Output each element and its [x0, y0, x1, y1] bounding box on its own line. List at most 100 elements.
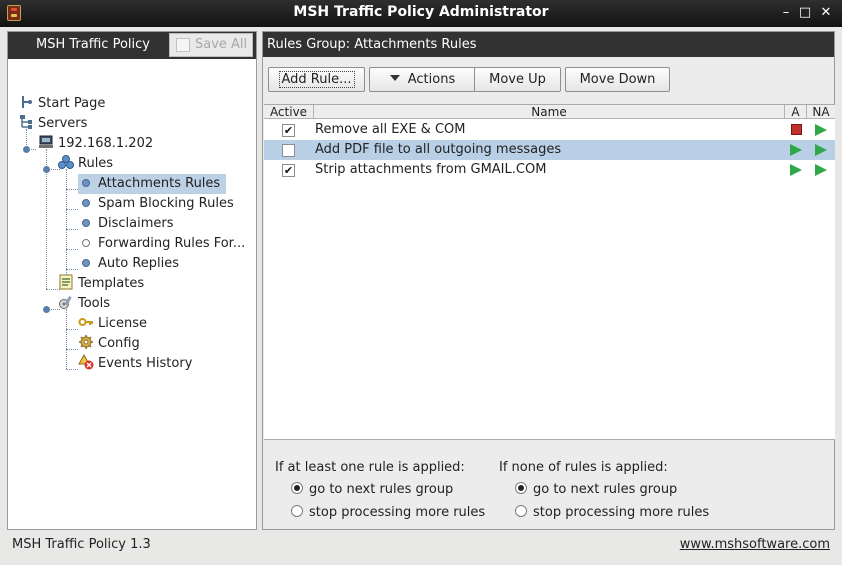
expand-toggle-icon[interactable] — [43, 166, 50, 173]
expand-toggle-icon[interactable] — [43, 306, 50, 313]
tree-item-label: License — [98, 316, 148, 331]
move-down-label: Move Down — [579, 72, 656, 87]
rule-name: Strip attachments from GMAIL.COM — [315, 162, 547, 177]
status-bar: MSH Traffic Policy 1.3 www.mshsoftware.c… — [0, 532, 842, 565]
close-icon[interactable]: ✕ — [817, 4, 835, 22]
column-header-a[interactable]: A — [785, 105, 807, 119]
not-applied-label: If none of rules is applied: — [499, 460, 668, 475]
tree-item-label: Events History — [98, 356, 193, 371]
save-all-button[interactable]: Save All — [169, 33, 253, 57]
tree-connector — [66, 189, 78, 190]
add-rule-button[interactable]: Add Rule... — [268, 67, 365, 92]
radio-label: stop processing more rules — [533, 505, 710, 520]
tree-item-templates[interactable]: Templates — [58, 274, 144, 294]
table-row[interactable]: ✔ Remove all EXE & COM — [264, 120, 835, 140]
tools-icon — [58, 294, 74, 310]
tree-item-tools[interactable]: Tools — [58, 294, 110, 314]
column-header-name[interactable]: Name — [314, 105, 785, 119]
save-icon — [176, 38, 190, 52]
tree-connector — [66, 349, 78, 350]
minimize-icon[interactable]: – — [777, 4, 795, 22]
tree-item-server[interactable]: 192.168.1.202 — [38, 134, 153, 154]
active-checkbox[interactable]: ✔ — [282, 124, 295, 137]
radio-selected-icon — [291, 482, 303, 494]
column-header-active[interactable]: Active — [264, 105, 314, 119]
rule-group-icon — [82, 199, 90, 207]
key-icon — [78, 314, 94, 330]
applied-stop-processing-radio[interactable]: stop processing more rules — [291, 504, 485, 522]
tree-item-events-history[interactable]: Events History — [78, 353, 193, 374]
play-icon[interactable] — [815, 144, 827, 156]
table-row[interactable]: ✔ Strip attachments from GMAIL.COM — [264, 160, 835, 180]
play-icon[interactable] — [790, 144, 802, 156]
tree-item-auto-replies[interactable]: Auto Replies — [78, 254, 179, 274]
move-up-label: Move Up — [489, 72, 546, 87]
radio-label: go to next rules group — [533, 482, 678, 497]
computer-icon — [38, 134, 54, 150]
tree-item-label: 192.168.1.202 — [58, 136, 154, 151]
window-title: MSH Traffic Policy Administrator — [293, 4, 549, 20]
dropdown-triangle-icon — [389, 75, 400, 81]
tree-item-start-page[interactable]: Start Page — [18, 94, 105, 114]
tree-item-servers[interactable]: Servers — [18, 114, 87, 134]
rule-name: Add PDF file to all outgoing messages — [315, 142, 562, 157]
tree-item-label: Forwarding Rules For... — [98, 236, 246, 251]
active-checkbox[interactable] — [282, 144, 295, 157]
tree-connector — [66, 229, 78, 230]
tree-item-label: Templates — [78, 276, 145, 291]
applied-next-group-radio[interactable]: go to next rules group — [291, 481, 453, 499]
play-icon[interactable] — [790, 164, 802, 176]
play-icon[interactable] — [815, 164, 827, 176]
tree-item-forwarding-rules[interactable]: Forwarding Rules For... — [78, 234, 245, 254]
rule-group-empty-icon — [82, 239, 90, 247]
actions-button[interactable]: Actions — [369, 67, 476, 92]
move-up-button[interactable]: Move Up — [474, 67, 561, 92]
tree-item-spam-blocking-rules[interactable]: Spam Blocking Rules — [78, 194, 234, 214]
network-icon — [18, 114, 34, 130]
save-all-label: Save All — [195, 37, 248, 52]
column-header-na[interactable]: NA — [807, 105, 835, 119]
not-applied-stop-processing-radio[interactable]: stop processing more rules — [515, 504, 709, 522]
tree-connector — [66, 209, 78, 210]
active-checkbox[interactable]: ✔ — [282, 164, 295, 177]
tree-item-license[interactable]: License — [78, 314, 147, 334]
stop-icon[interactable] — [791, 124, 802, 135]
move-down-button[interactable]: Move Down — [565, 67, 670, 92]
website-link[interactable]: www.mshsoftware.com — [680, 537, 830, 552]
navigation-tree: Start Page Servers 192.168.1.202 Rules A… — [8, 59, 256, 529]
tree-item-disclaimers[interactable]: Disclaimers — [78, 214, 174, 234]
table-row[interactable]: Add PDF file to all outgoing messages — [264, 140, 835, 160]
navigation-title: MSH Traffic Policy — [36, 37, 150, 52]
tree-item-label: Rules — [78, 156, 114, 171]
tree-connector — [66, 269, 78, 270]
document-icon — [18, 94, 34, 110]
rule-group-icon — [82, 259, 90, 267]
not-applied-next-group-radio[interactable]: go to next rules group — [515, 481, 677, 499]
tree-connector — [66, 309, 67, 369]
rule-group-icon — [82, 219, 90, 227]
navigation-header: MSH Traffic Policy Save All — [8, 32, 256, 59]
actions-label: Actions — [407, 72, 456, 87]
tree-connector — [66, 369, 78, 370]
rules-icon — [58, 154, 74, 170]
rules-group-panel: Rules Group: Attachments Rules Add Rule.… — [262, 31, 835, 530]
tree-item-label: Config — [98, 336, 140, 351]
add-rule-label: Add Rule... — [278, 71, 355, 88]
tree-item-label: Servers — [38, 116, 88, 131]
tree-item-label: Attachments Rules — [98, 176, 221, 191]
play-icon[interactable] — [815, 124, 827, 136]
tree-item-rules[interactable]: Rules — [58, 154, 113, 174]
warning-icon — [78, 353, 94, 370]
radio-unselected-icon — [291, 505, 303, 517]
tree-item-label: Disclaimers — [98, 216, 174, 231]
tree-item-config[interactable]: Config — [78, 334, 140, 354]
maximize-icon[interactable]: □ — [796, 4, 814, 22]
rules-toolbar: Add Rule... Actions Move Up Move Down — [263, 57, 834, 97]
expand-toggle-icon[interactable] — [23, 146, 30, 153]
tree-item-attachments-rules[interactable]: Attachments Rules — [78, 174, 227, 194]
processing-options: If at least one rule is applied: If none… — [264, 441, 835, 529]
tree-connector — [66, 249, 78, 250]
navigation-panel: MSH Traffic Policy Save All Start Page S… — [7, 31, 257, 530]
radio-unselected-icon — [515, 505, 527, 517]
radio-selected-icon — [515, 482, 527, 494]
